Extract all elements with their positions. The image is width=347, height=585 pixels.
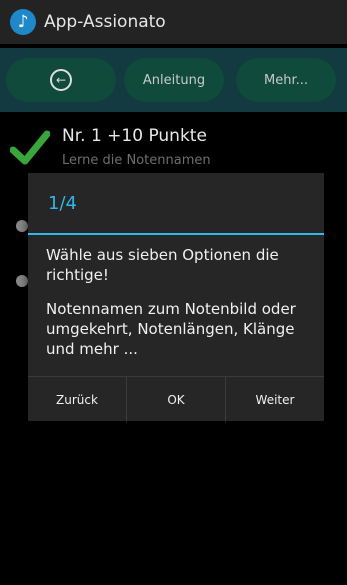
list-item[interactable]: Nr. 1 +10 Punkte Lerne die Notennamen [0,118,347,178]
dialog-button-bar: Zurück OK Weiter [28,376,324,422]
music-note-icon: ♪ [10,9,36,35]
app-title: App-Assionato [44,12,166,32]
toolbar: ← Anleitung Mehr... [0,48,347,112]
dialog-message: Wähle aus sieben Optionen die richtige! … [46,245,308,373]
dialog-paragraph: Notennamen zum Notenbild oder umgekehrt,… [46,300,296,358]
dialog-next-button[interactable]: Weiter [225,377,324,422]
back-button[interactable]: ← [6,58,116,102]
app-title-bar: ♪ App-Assionato [0,0,347,44]
list-bullet [16,220,28,232]
dialog-title: 1/4 [48,192,77,214]
dialog-back-button[interactable]: Zurück [28,377,126,422]
checkmark-icon [10,130,50,165]
dialog-divider [28,233,324,235]
dialog-ok-button[interactable]: OK [126,377,225,422]
list-item-subtitle: Lerne die Notennamen [62,153,211,168]
list-item-title: Nr. 1 +10 Punkte [62,126,207,146]
list-bullet [16,275,28,287]
anleitung-button[interactable]: Anleitung [124,58,224,102]
more-button[interactable]: Mehr... [236,58,336,102]
tutorial-dialog: 1/4 Wähle aus sieben Optionen die richti… [28,173,324,422]
exercise-list: Nr. 1 +10 Punkte Lerne die Notennamen [0,118,347,287]
dialog-paragraph: Wähle aus sieben Optionen die richtige! [46,246,279,284]
back-arrow-icon: ← [50,69,72,91]
